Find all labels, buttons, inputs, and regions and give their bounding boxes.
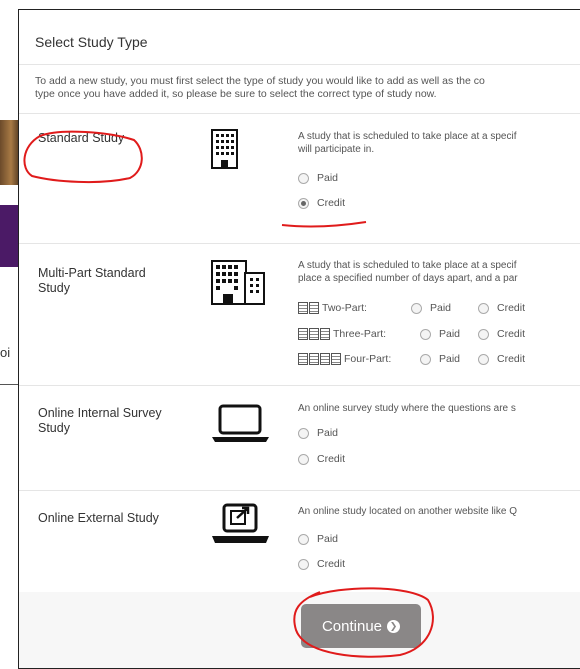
study-title-online-internal: Online Internal Survey Study <box>38 406 162 435</box>
part-row-four: Four-Part: Paid Credit <box>298 353 525 365</box>
desc-line-2: will participate in. <box>298 144 375 155</box>
radio-circle[interactable] <box>420 328 431 340</box>
study-desc-online-internal: An online survey study where the questio… <box>298 403 516 414</box>
laptop-external-link-icon <box>211 503 271 552</box>
study-row-multipart: Multi-Part Standard Study A study that i… <box>19 244 580 386</box>
modal-footer: Continue ❯ <box>19 592 580 668</box>
radio-online-external-credit[interactable]: Credit <box>298 558 345 570</box>
modal-title: Select Study Type <box>19 10 580 65</box>
radio-label: Credit <box>317 453 346 465</box>
study-title-multipart: Multi-Part Standard Study <box>38 266 146 295</box>
radio-label: Paid <box>439 353 461 365</box>
part-label-text: Three-Part: <box>333 328 387 340</box>
radio-label: Credit <box>497 328 526 340</box>
radio-circle[interactable] <box>298 533 309 545</box>
radio-two-part-paid[interactable]: Paid <box>411 302 451 314</box>
mini-building-icon <box>298 353 308 365</box>
study-desc-multipart: A study that is scheduled to take place … <box>298 259 518 285</box>
radio-label: Paid <box>430 302 452 314</box>
radio-four-part-credit[interactable]: Credit <box>478 353 525 365</box>
three-part-label: Three-Part: <box>298 328 386 340</box>
radio-label: Paid <box>439 328 461 340</box>
select-study-type-modal: Select Study Type To add a new study, yo… <box>18 9 580 669</box>
background-text: oi <box>0 345 11 360</box>
study-desc-standard: A study that is scheduled to take place … <box>298 130 516 156</box>
radio-three-part-credit[interactable]: Credit <box>478 328 525 340</box>
desc-line-1: A study that is scheduled to take place … <box>298 131 517 142</box>
laptop-icon <box>211 404 271 449</box>
mini-building-icon <box>309 328 319 340</box>
part-label-text: Two-Part: <box>322 302 367 314</box>
radio-label: Credit <box>497 302 526 314</box>
radio-circle[interactable] <box>420 353 431 365</box>
radio-two-part-credit[interactable]: Credit <box>478 302 525 314</box>
radio-circle[interactable] <box>478 302 489 314</box>
study-title-online-external: Online External Study <box>38 511 159 525</box>
radio-label: Credit <box>317 197 346 209</box>
intro-line-1: To add a new study, you must first selec… <box>35 75 485 87</box>
mini-building-icon <box>320 328 330 340</box>
radio-label: Paid <box>317 533 339 545</box>
radio-label: Credit <box>497 353 526 365</box>
study-desc-online-external: An online study located on another websi… <box>298 506 518 517</box>
mini-building-icon <box>320 353 330 365</box>
radio-three-part-paid[interactable]: Paid <box>420 328 460 340</box>
radio-circle[interactable] <box>478 353 489 365</box>
radio-online-internal-credit[interactable]: Credit <box>298 453 345 465</box>
two-part-label: Two-Part: <box>298 302 367 314</box>
radio-four-part-paid[interactable]: Paid <box>420 353 460 365</box>
modal-intro: To add a new study, you must first selec… <box>19 65 580 114</box>
continue-label: Continue <box>321 617 383 635</box>
intro-line-2: type once you have added it, so please b… <box>35 88 437 100</box>
part-row-two: Two-Part: Paid Credit <box>298 302 525 314</box>
radio-label: Credit <box>317 558 346 570</box>
radio-circle[interactable] <box>298 558 309 570</box>
radio-circle[interactable] <box>411 302 422 314</box>
radio-standard-paid[interactable]: Paid <box>298 172 338 184</box>
radio-circle-selected[interactable] <box>298 197 309 209</box>
radio-circle[interactable] <box>298 427 309 439</box>
radio-online-external-paid[interactable]: Paid <box>298 533 338 545</box>
radio-circle[interactable] <box>298 172 309 184</box>
study-title-standard: Standard Study <box>38 131 125 145</box>
mini-building-icon <box>331 353 341 365</box>
desc-line-1: A study that is scheduled to take place … <box>298 260 517 271</box>
radio-circle[interactable] <box>478 328 489 340</box>
part-row-three: Three-Part: Paid Credit <box>298 328 525 340</box>
study-row-standard: Standard Study A study that is scheduled… <box>19 114 580 244</box>
mini-building-icon <box>298 328 308 340</box>
continue-button[interactable]: Continue ❯ <box>301 604 421 648</box>
part-label-text: Four-Part: <box>344 353 392 365</box>
building-icon <box>211 129 238 174</box>
study-row-online-external: Online External Study An online study lo… <box>19 491 580 591</box>
radio-standard-credit[interactable]: Credit <box>298 197 345 209</box>
mini-building-icon <box>309 353 319 365</box>
study-row-online-internal: Online Internal Survey Study An online s… <box>19 386 580 491</box>
radio-circle[interactable] <box>298 453 309 465</box>
radio-label: Paid <box>317 427 339 439</box>
desc-line-2: place a specified number of days apart, … <box>298 273 518 284</box>
radio-label: Paid <box>317 172 339 184</box>
mini-building-icon <box>298 302 308 314</box>
chevron-right-icon: ❯ <box>387 619 401 633</box>
four-part-label: Four-Part: <box>298 353 391 365</box>
multi-building-icon <box>211 260 266 310</box>
radio-online-internal-paid[interactable]: Paid <box>298 427 338 439</box>
mini-building-icon <box>309 302 319 314</box>
